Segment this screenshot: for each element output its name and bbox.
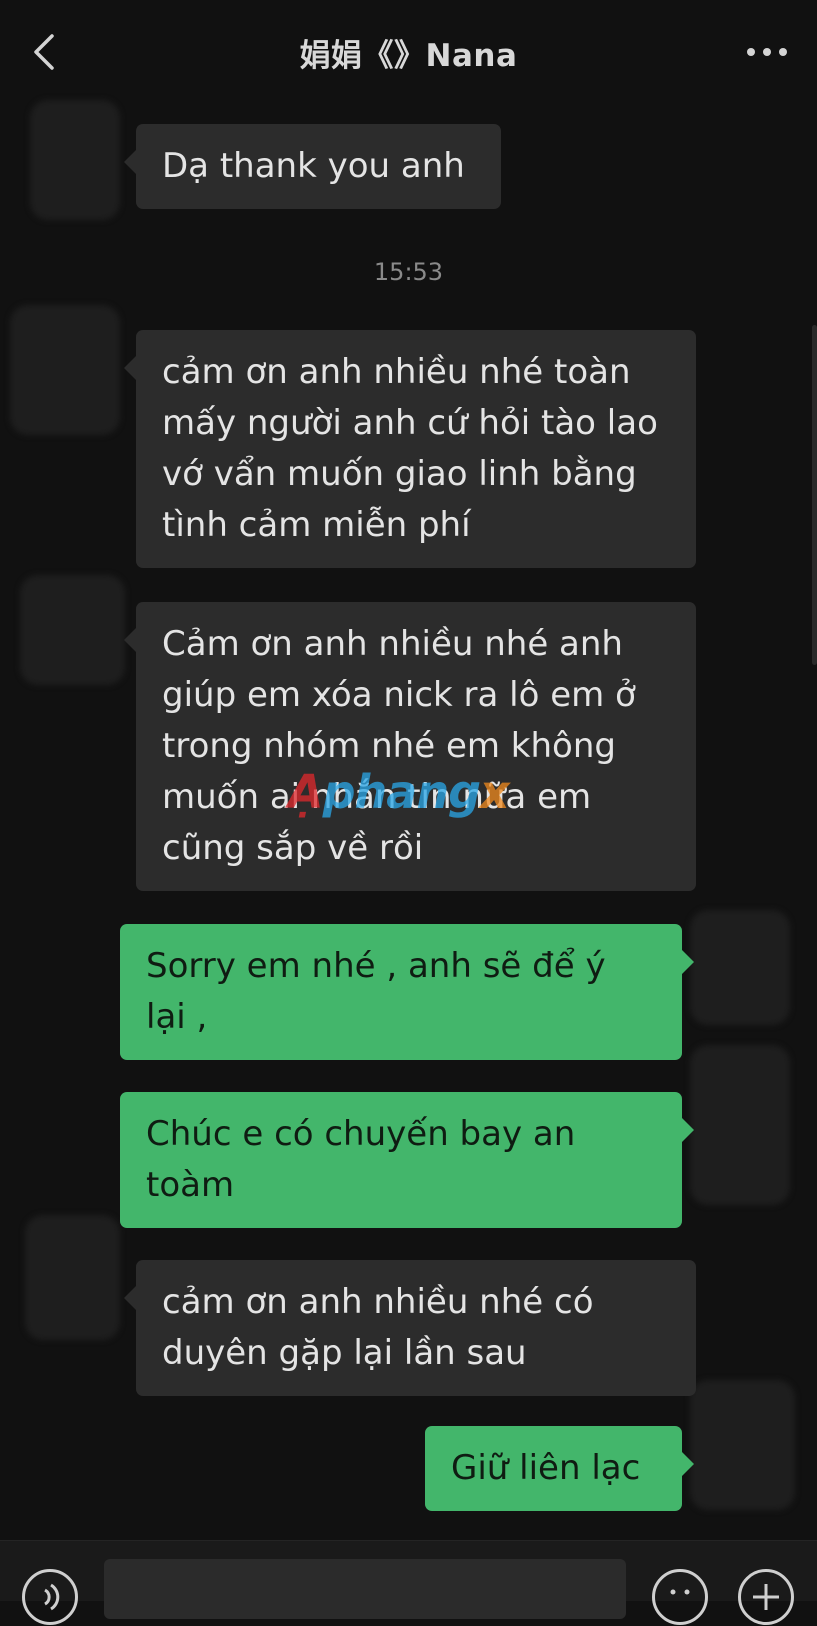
incoming-message[interactable]: Dạ thank you anh xyxy=(124,124,501,209)
incoming-message[interactable]: Cảm ơn anh nhiều nhé anh giúp em xóa nic… xyxy=(124,602,696,891)
contact-avatar[interactable] xyxy=(10,305,120,435)
emoji-button[interactable] xyxy=(652,1569,708,1625)
outgoing-message[interactable]: Chúc e có chuyến bay an toàm xyxy=(120,1092,694,1228)
timestamp: 15:53 xyxy=(373,258,444,286)
emoji-icon xyxy=(670,1589,690,1595)
contact-avatar[interactable] xyxy=(25,1215,120,1340)
incoming-message[interactable]: cảm ơn anh nhiều nhé có duyên gặp lại lầ… xyxy=(124,1260,696,1396)
scrollbar[interactable] xyxy=(812,325,817,665)
incoming-message[interactable]: cảm ơn anh nhiều nhé toàn mấy người anh … xyxy=(124,330,696,568)
voice-icon xyxy=(44,1583,60,1611)
more-actions-button[interactable] xyxy=(738,1569,794,1625)
voice-button[interactable] xyxy=(22,1569,78,1625)
more-button[interactable] xyxy=(743,36,791,68)
plus-icon xyxy=(753,1584,779,1610)
input-bar xyxy=(0,1540,817,1625)
more-horizontal-icon xyxy=(747,48,787,56)
contact-avatar[interactable] xyxy=(20,575,125,685)
self-avatar[interactable] xyxy=(690,910,790,1025)
self-avatar[interactable] xyxy=(690,1380,795,1510)
outgoing-message[interactable]: Sorry em nhé , anh sẽ để ý lại , xyxy=(120,924,694,1060)
outgoing-message[interactable]: Giữ liên lạc xyxy=(425,1426,694,1511)
contact-avatar[interactable] xyxy=(30,100,120,220)
message-input[interactable] xyxy=(104,1559,626,1619)
chat-header: 娟娟《》Nana xyxy=(0,0,817,106)
chat-title: 娟娟《》Nana xyxy=(299,38,518,74)
self-avatar[interactable] xyxy=(690,1045,790,1205)
